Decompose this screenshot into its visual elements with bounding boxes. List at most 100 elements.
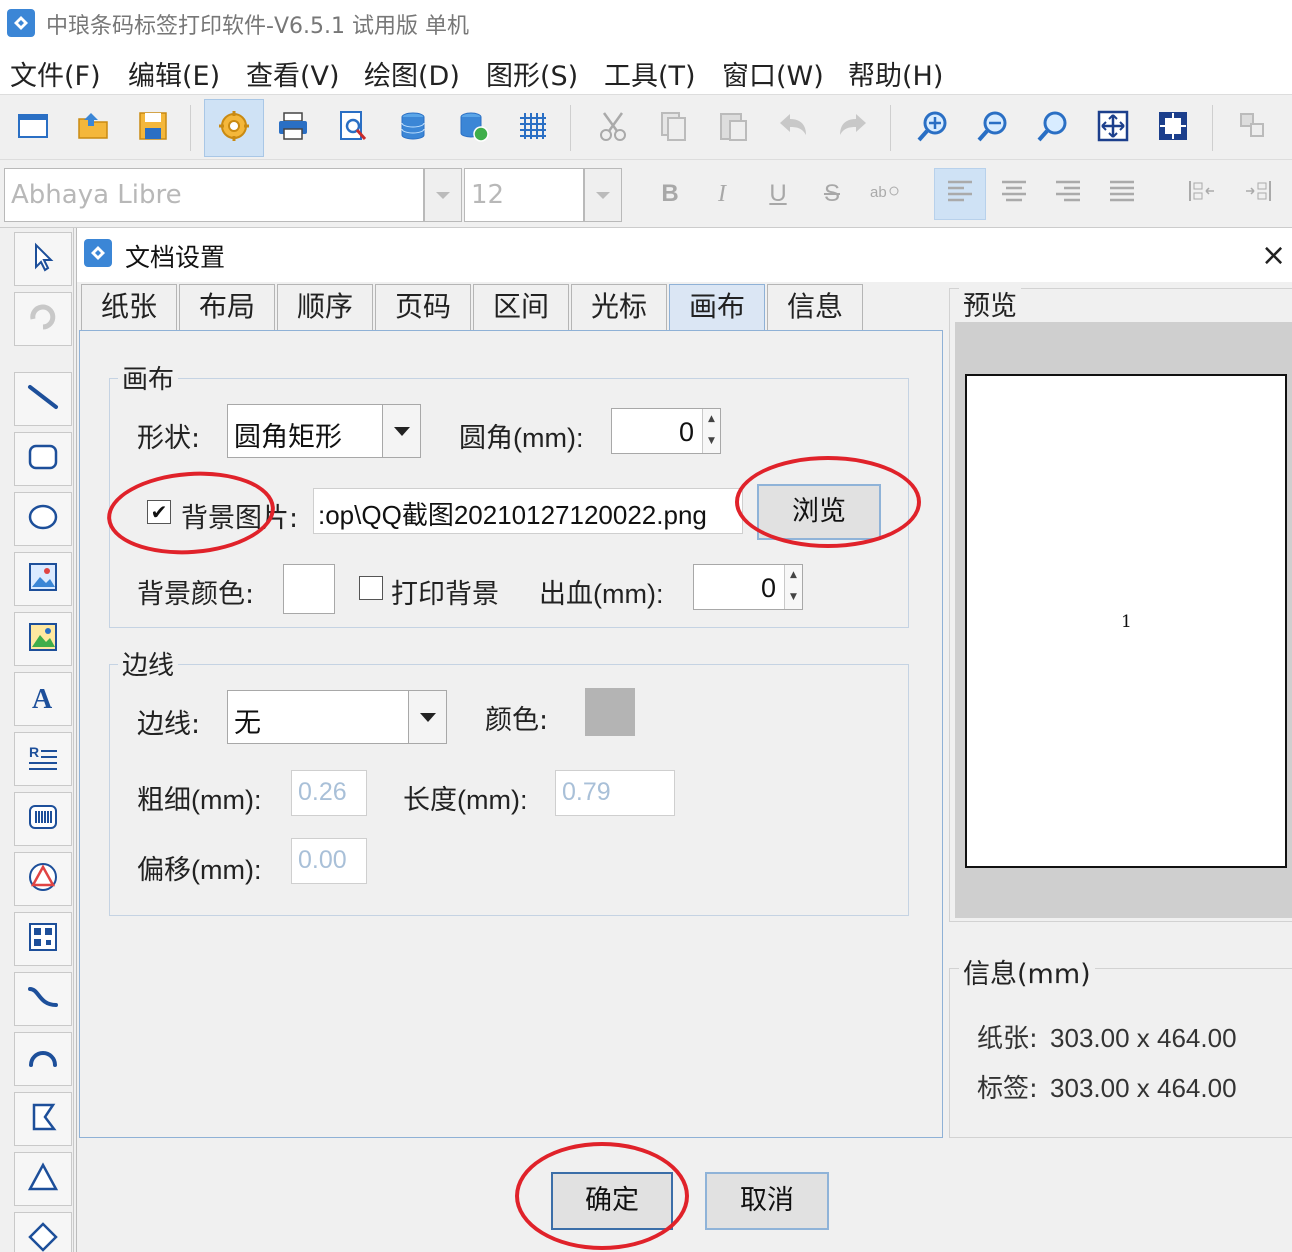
arc-tool-button[interactable] xyxy=(14,1032,72,1086)
corner-radius-input[interactable]: 0 ▲ ▼ xyxy=(611,408,721,454)
cancel-button[interactable]: 取消 xyxy=(705,1172,829,1230)
chevron-down-icon xyxy=(595,186,611,205)
ok-button[interactable]: 确定 xyxy=(551,1172,673,1230)
font-size-input[interactable]: 12 xyxy=(464,168,584,222)
tab-cursor[interactable]: 光标 xyxy=(571,284,667,330)
menu-shape[interactable]: 图形(S) xyxy=(486,54,578,93)
window-title: 中琅条码标签打印软件-V6.5.1 试用版 单机 xyxy=(46,14,469,39)
zoom-out-button[interactable] xyxy=(966,101,1020,155)
underline-button[interactable]: U xyxy=(752,168,804,220)
shape-select[interactable]: 圆角矩形 xyxy=(227,404,421,458)
print-preview-button[interactable] xyxy=(326,101,380,155)
rounded-rectangle-tool-button[interactable] xyxy=(14,432,72,486)
triangle-tool-button[interactable] xyxy=(14,1152,72,1206)
curve-tool-button[interactable] xyxy=(14,972,72,1026)
paste-button[interactable] xyxy=(706,101,760,155)
diamond-tool-button[interactable] xyxy=(14,1212,72,1252)
barcode-tool-button[interactable] xyxy=(14,792,72,846)
text-style-icon: ab xyxy=(869,180,899,209)
chevron-down-icon[interactable] xyxy=(408,691,446,743)
letter-spacing-button[interactable]: ab xyxy=(858,168,910,220)
tab-range[interactable]: 区间 xyxy=(473,284,569,330)
text-tool-button[interactable]: A xyxy=(14,672,72,726)
qrcode-tool-button[interactable] xyxy=(14,912,72,966)
indent-increase-button[interactable] xyxy=(1232,168,1284,220)
menu-view[interactable]: 查看(V) xyxy=(246,54,340,93)
fit-page-button[interactable] xyxy=(1086,101,1140,155)
copy-button[interactable] xyxy=(646,101,700,155)
bg-image-path-input[interactable]: :op\QQ截图20210127120022.png xyxy=(313,488,743,534)
strikethrough-button[interactable]: S xyxy=(806,168,858,220)
ellipse-tool-button[interactable] xyxy=(14,492,72,546)
offset-input[interactable]: 0.00 xyxy=(291,838,367,884)
chevron-down-icon xyxy=(435,186,451,205)
menu-window[interactable]: 窗口(W) xyxy=(722,54,824,93)
database-button[interactable] xyxy=(386,101,440,155)
tab-page-number[interactable]: 页码 xyxy=(375,284,471,330)
polygon-tool-button[interactable] xyxy=(14,1092,72,1146)
align-center-button[interactable] xyxy=(988,168,1040,220)
select-tool-button[interactable] xyxy=(14,232,72,286)
font-size-dropdown[interactable] xyxy=(584,168,622,222)
undo-button[interactable] xyxy=(766,101,820,155)
corner-radius-spinner[interactable]: ▲ ▼ xyxy=(702,409,720,453)
tab-layout[interactable]: 布局 xyxy=(179,284,275,330)
rotate-tool-button[interactable] xyxy=(14,292,72,346)
arrange-button[interactable] xyxy=(1226,101,1280,155)
align-right-button[interactable] xyxy=(1042,168,1094,220)
border-group-title: 边线 xyxy=(118,645,179,682)
thickness-input[interactable]: 0.26 xyxy=(291,770,367,816)
indent-decrease-button[interactable] xyxy=(1176,168,1228,220)
open-button[interactable] xyxy=(66,101,120,155)
bg-image-checkbox[interactable]: ✔ xyxy=(147,500,171,524)
actual-size-button[interactable] xyxy=(1146,101,1200,155)
chevron-down-icon[interactable] xyxy=(382,405,420,457)
tab-info[interactable]: 信息 xyxy=(767,284,863,330)
shape-tool-button[interactable] xyxy=(14,852,72,906)
settings-icon xyxy=(217,109,251,147)
print-bg-checkbox[interactable] xyxy=(359,576,383,600)
browse-button[interactable]: 浏览 xyxy=(757,484,881,540)
text-icon: A xyxy=(27,681,59,717)
close-icon[interactable]: × xyxy=(1261,238,1286,273)
image-icon xyxy=(27,561,59,597)
undo-icon xyxy=(776,109,810,147)
grid-button[interactable] xyxy=(506,101,560,155)
image-tool-button[interactable] xyxy=(14,552,72,606)
new-document-button[interactable] xyxy=(6,101,60,155)
zoom-in-button[interactable] xyxy=(906,101,960,155)
bg-color-swatch[interactable] xyxy=(283,564,335,614)
grid-icon xyxy=(516,109,550,147)
line-tool-button[interactable] xyxy=(14,372,72,426)
bleed-spinner[interactable]: ▲ ▼ xyxy=(784,565,802,609)
tab-canvas[interactable]: 画布 xyxy=(669,284,765,330)
menu-draw[interactable]: 绘图(D) xyxy=(364,54,460,93)
tab-order[interactable]: 顺序 xyxy=(277,284,373,330)
zoom-fit-button[interactable] xyxy=(1026,101,1080,155)
border-color-swatch[interactable] xyxy=(585,688,635,736)
bleed-input[interactable]: 0 ▲ ▼ xyxy=(693,564,803,610)
align-justify-button[interactable] xyxy=(1096,168,1148,220)
tab-paper[interactable]: 纸张 xyxy=(81,284,177,330)
save-button[interactable] xyxy=(126,101,180,155)
border-style-select[interactable]: 无 xyxy=(227,690,447,744)
menu-tools[interactable]: 工具(T) xyxy=(604,54,696,93)
print-button[interactable] xyxy=(266,101,320,155)
qrcode-icon xyxy=(27,921,59,957)
picture-tool-button[interactable] xyxy=(14,612,72,666)
cut-button[interactable] xyxy=(586,101,640,155)
align-left-button[interactable] xyxy=(934,168,986,220)
menu-help[interactable]: 帮助(H) xyxy=(848,54,943,93)
format-toolbar: Abhaya Libre 12 B I U S ab xyxy=(0,160,1292,228)
menu-edit[interactable]: 编辑(E) xyxy=(128,54,220,93)
redo-button[interactable] xyxy=(826,101,880,155)
rich-text-tool-button[interactable]: R xyxy=(14,732,72,786)
bold-button[interactable]: B xyxy=(644,168,696,220)
database-connect-button[interactable] xyxy=(446,101,500,155)
menu-file[interactable]: 文件(F) xyxy=(10,54,101,93)
document-settings-button[interactable] xyxy=(204,99,264,157)
length-input[interactable]: 0.79 xyxy=(555,770,675,816)
italic-button[interactable]: I xyxy=(696,168,748,220)
font-name-input[interactable]: Abhaya Libre xyxy=(4,168,424,222)
font-name-dropdown[interactable] xyxy=(424,168,462,222)
